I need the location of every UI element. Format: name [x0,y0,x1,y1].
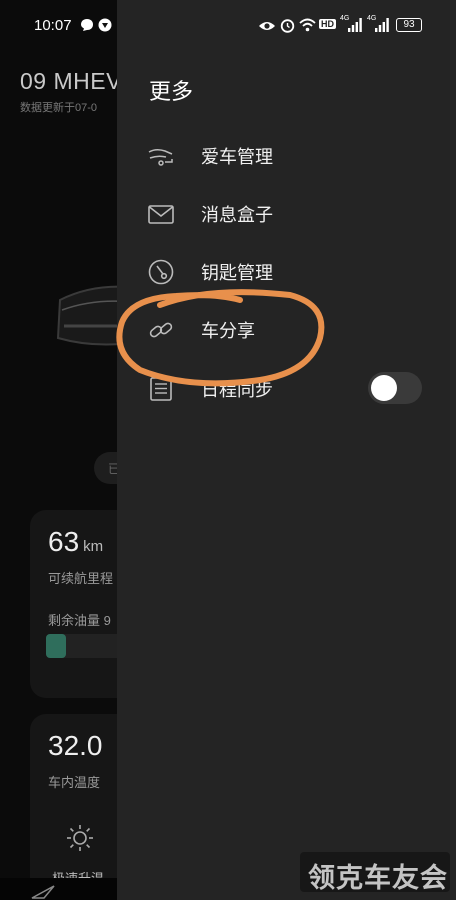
menu-label-key-manage: 钥匙管理 [201,263,273,283]
toggle-knob [371,375,397,401]
menu-item-car-manage[interactable]: 爱车管理 [117,130,456,180]
temp-value: 32.0 [48,730,103,761]
calendar-icon [150,377,172,401]
update-time: 数据更新于07-0 [20,102,98,114]
wifi-icon [299,18,316,32]
clock: 10:07 [34,17,72,34]
hd-badge: HD [319,19,336,29]
range-value: 63 [48,526,80,557]
watermark-text: 领克车友会 [308,863,448,893]
menu-item-schedule-sync[interactable]: 日程同步 [117,363,456,413]
app-notification-icon [98,18,112,32]
eye-icon [259,22,275,30]
bottom-nav [0,878,120,900]
battery-icon: 93 [396,18,422,32]
temp-label: 车内温度 [48,775,101,790]
signal-icon-1 [348,18,362,32]
send-icon[interactable] [30,884,56,900]
vehicle-model: 09 MHEV [20,68,122,94]
sun-icon [67,825,93,851]
link-icon [149,322,173,338]
menu-label-car-share: 车分享 [201,321,255,341]
status-bar: 10:07 HD 4G 4G 93 [0,0,456,52]
key-icon [148,259,174,285]
watermark: 领克车友会 [300,852,450,893]
vehicle-header: 09 MHEV 数据更新于07-0 [20,68,122,115]
more-drawer: 更多 爱车管理 消息盒子 钥匙管理 车分享 日程同步 [117,0,456,900]
menu-item-message-box[interactable]: 消息盒子 [117,188,456,238]
fuel-label: 剩余油量 9 [48,613,111,628]
car-manage-icon [148,148,173,166]
menu-item-car-share[interactable]: 车分享 [117,304,456,354]
drawer-title: 更多 [149,79,194,104]
range-unit: km [83,538,104,555]
mail-icon [148,205,174,224]
alarm-icon [280,19,295,33]
chat-bubble-icon [81,19,93,31]
range-value-row: 63 km [48,526,103,558]
menu-label-schedule-sync: 日程同步 [201,380,273,400]
menu-label-message-box: 消息盒子 [201,205,273,225]
menu-label-car-manage: 爱车管理 [201,147,273,167]
menu-item-key-manage[interactable]: 钥匙管理 [117,246,456,296]
fuel-bar-fill [46,634,66,658]
range-label: 可续航里程 [48,571,114,586]
signal-icon-2 [375,18,389,32]
schedule-sync-toggle[interactable] [368,372,422,404]
